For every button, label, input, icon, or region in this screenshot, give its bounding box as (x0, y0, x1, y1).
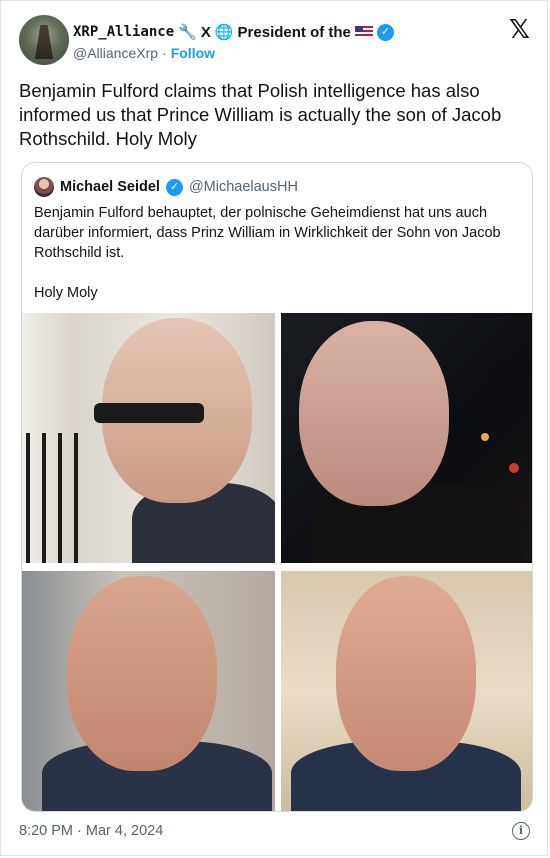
head-graphic-4 (336, 576, 476, 771)
verified-badge-icon: ✓ (376, 23, 394, 41)
tweet-timestamp[interactable]: 8:20 PM · Mar 4, 2024 (19, 823, 163, 839)
tweet-text: Benjamin Fulford claims that Polish inte… (19, 80, 502, 149)
photo-bottom-left[interactable] (22, 571, 275, 811)
author-name-suffix: President of the (237, 23, 351, 41)
author-display-name[interactable]: XRP_Alliance (73, 24, 174, 40)
wrench-icon: 🔧 (178, 24, 197, 41)
follow-button[interactable]: Follow (171, 45, 215, 61)
photo-grid (22, 313, 532, 811)
author-handle-row: @AllianceXrp · Follow (73, 45, 215, 61)
x-glyph-text: X (200, 23, 211, 41)
author-avatar[interactable] (19, 15, 69, 65)
photo-top-left[interactable] (22, 313, 275, 563)
quoted-header: Michael Seidel ✓ @MichaelausHH (34, 177, 298, 197)
fence-graphic (26, 433, 86, 563)
quoted-verified-badge-icon: ✓ (165, 178, 183, 196)
head-graphic-3 (67, 576, 217, 771)
photo-bottom-right[interactable] (281, 571, 532, 811)
quoted-avatar[interactable] (34, 177, 54, 197)
quoted-text: Benjamin Fulford behauptet, der polnisch… (34, 203, 520, 303)
bokeh-light-2 (509, 463, 519, 473)
sunglasses-graphic (94, 403, 204, 423)
quoted-text-paragraph-2: Holy Moly (34, 285, 98, 301)
quoted-text-paragraph: Benjamin Fulford behauptet, der polnisch… (34, 205, 501, 261)
author-name-row[interactable]: XRP_Alliance 🔧 X 🌐 President of the ✓ (73, 21, 394, 43)
quoted-author-name[interactable]: Michael Seidel (60, 179, 160, 195)
separator-dot: · (162, 45, 167, 61)
tweet-card: XRP_Alliance 🔧 X 🌐 President of the ✓ @A… (0, 0, 548, 856)
us-flag-icon (354, 26, 373, 38)
quoted-author-handle[interactable]: @MichaelausHH (189, 179, 298, 195)
avatar-tower-image (35, 25, 53, 59)
photo-top-right[interactable] (281, 313, 532, 563)
quoted-tweet[interactable]: Michael Seidel ✓ @MichaelausHH Benjamin … (21, 162, 533, 812)
author-handle[interactable]: @AllianceXrp (73, 45, 158, 61)
bokeh-light (481, 433, 489, 441)
x-logo-icon[interactable]: 𝕏 (509, 17, 533, 43)
head-graphic-2 (299, 321, 449, 506)
info-icon[interactable]: i (512, 822, 530, 840)
globe-icon: 🌐 (214, 24, 234, 41)
